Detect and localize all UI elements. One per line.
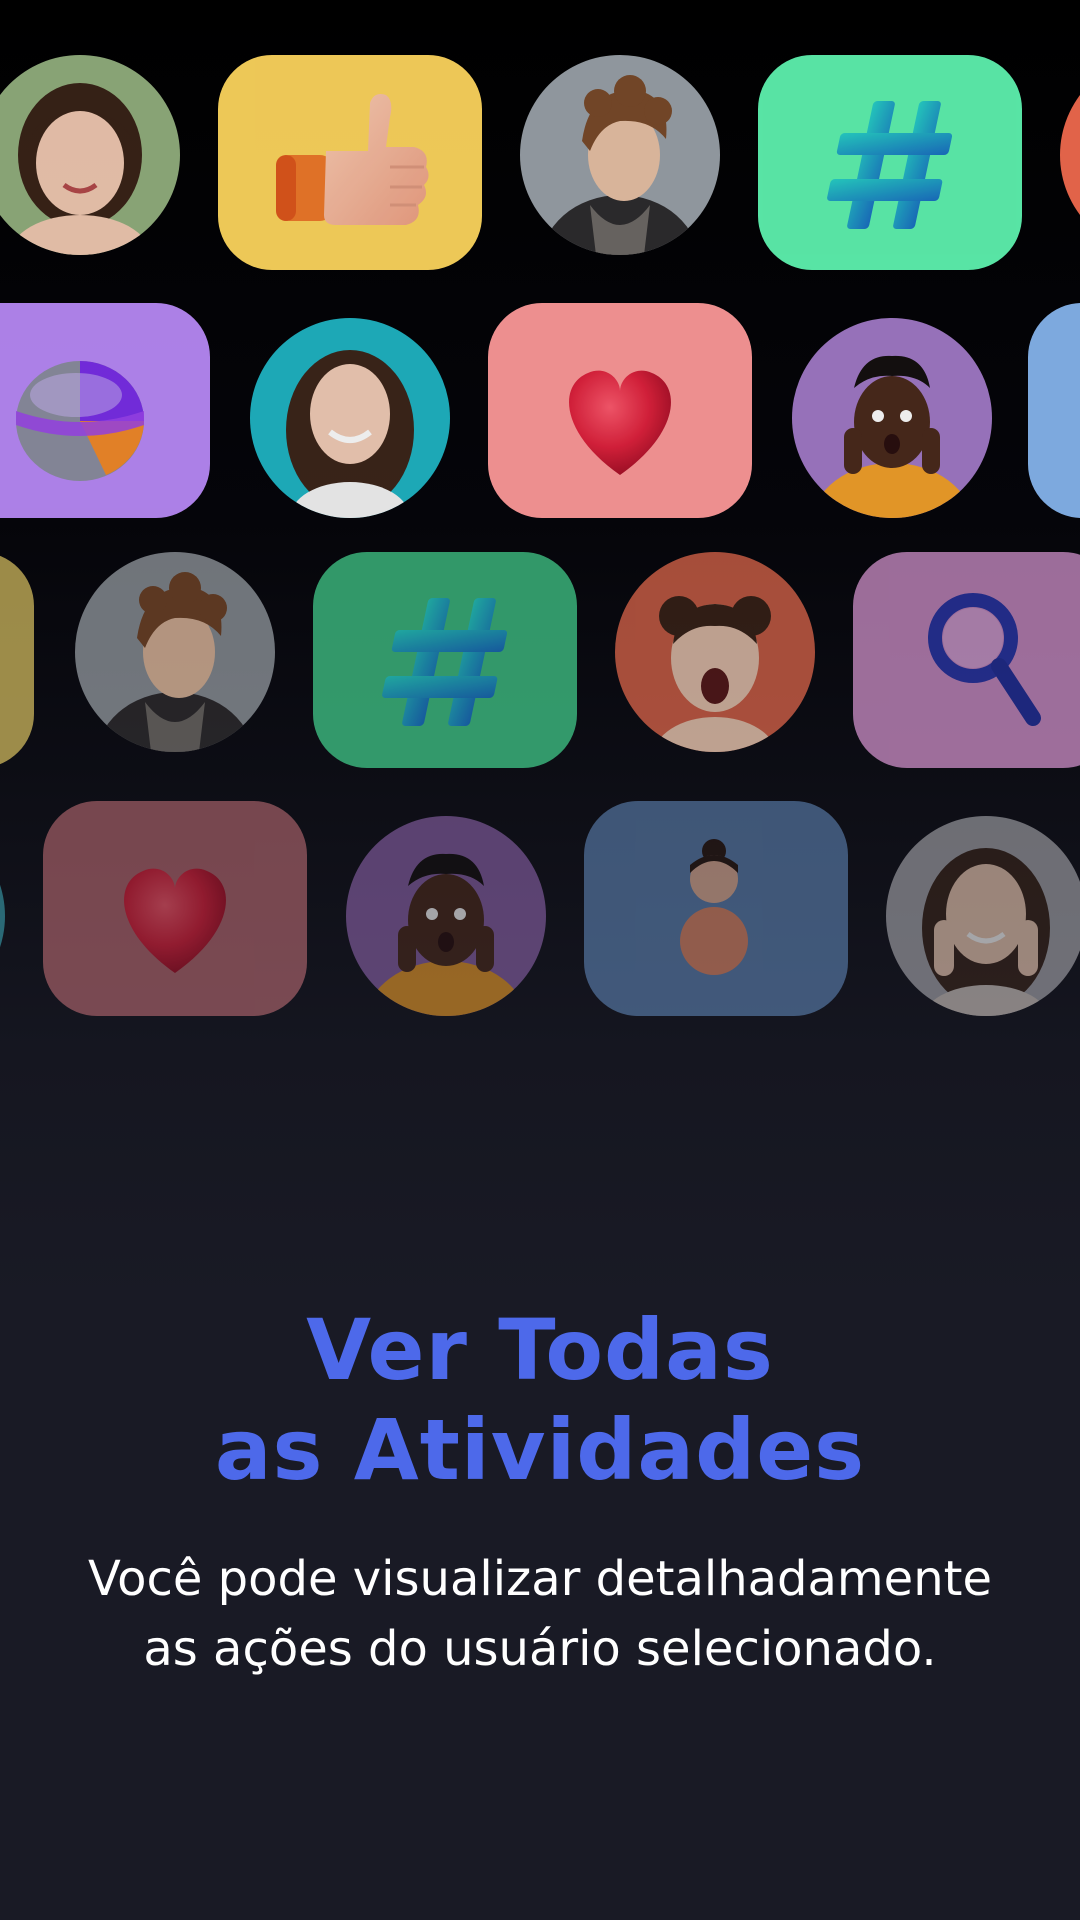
avatar-woman-smiling	[250, 318, 450, 518]
person-figure-icon	[584, 801, 848, 1016]
page-description-line-1: Você pode visualizar detalhadamente	[88, 1551, 992, 1607]
partial-yellow-tile	[0, 552, 34, 768]
partial-orange-tile	[1060, 55, 1080, 255]
partial-teal-avatar	[0, 816, 5, 1016]
page-description: Você pode visualizar detalhadamente as a…	[0, 1544, 1080, 1684]
page-title-line-1: Ver Todas	[306, 1301, 774, 1399]
avatar-man-curly-hair-2	[75, 552, 275, 752]
avatar-woman-bob-hair	[0, 55, 180, 255]
avatar-woman-shouting	[615, 552, 815, 752]
avatar-woman-hands-face	[886, 816, 1080, 1016]
heart-icon	[488, 303, 752, 518]
activity-icons-grid	[0, 0, 1080, 1040]
page-description-line-2: as ações do usuário selecionado.	[143, 1621, 937, 1677]
onboarding-text: Ver Todas as Atividades Você pode visual…	[0, 1300, 1080, 1684]
avatar-man-curly-hair	[520, 55, 720, 255]
pie-chart-icon	[0, 303, 210, 518]
thumbs-up-icon	[218, 55, 482, 270]
hashtag-icon-2	[313, 552, 577, 768]
heart-icon-2	[43, 801, 307, 1016]
onboarding-screen: Ver Todas as Atividades Você pode visual…	[0, 0, 1080, 1920]
avatar-man-surprised-2	[346, 816, 546, 1016]
avatar-man-surprised	[792, 318, 992, 518]
page-title-line-2: as Atividades	[214, 1401, 866, 1499]
magnifier-icon	[853, 552, 1080, 768]
page-title: Ver Todas as Atividades	[0, 1300, 1080, 1500]
hashtag-icon	[758, 55, 1022, 270]
partial-blue-tile	[1028, 303, 1080, 518]
